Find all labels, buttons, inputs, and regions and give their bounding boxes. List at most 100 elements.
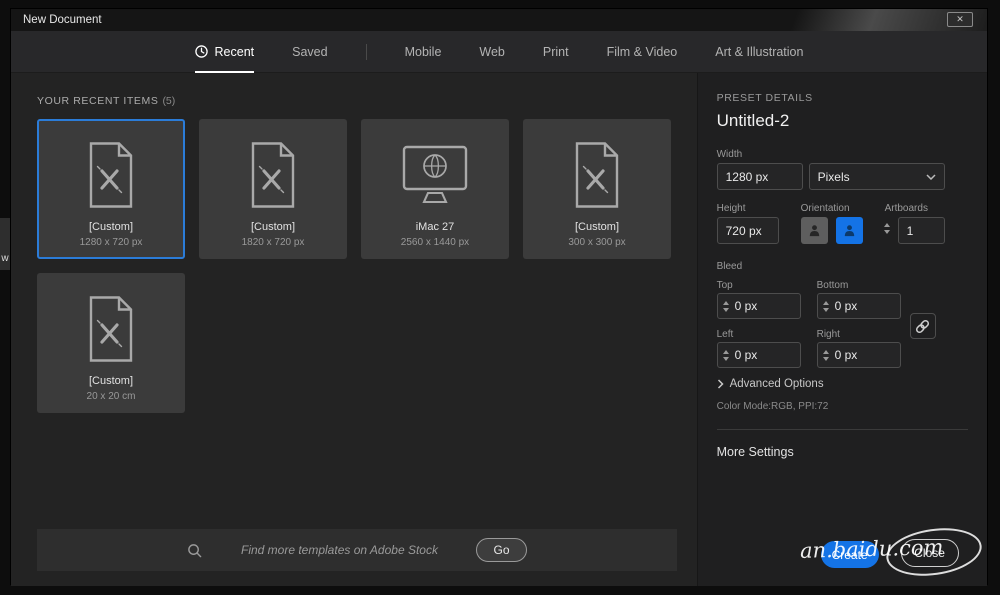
- close-button[interactable]: Close: [900, 539, 959, 567]
- height-field[interactable]: 720 px: [716, 217, 779, 244]
- bleed-top-value: 0 px: [734, 299, 758, 313]
- bleed-right-value: 0 px: [834, 348, 858, 362]
- portrait-icon: [807, 223, 822, 238]
- artboards-value: 1: [906, 223, 914, 238]
- card-name: [Custom]: [574, 221, 619, 233]
- bleed-bottom-stepper[interactable]: [822, 300, 829, 312]
- recent-items-grid: [Custom] 1280 x 720 px [Custom] 1820 x 720 …: [37, 119, 685, 413]
- chevron-right-icon: [717, 379, 724, 389]
- bleed-bottom-label: Bottom: [816, 280, 849, 291]
- bleed-link-button[interactable]: [909, 313, 936, 339]
- card-name: iMac 27: [415, 221, 455, 233]
- clock-icon: [194, 45, 208, 58]
- recent-items-heading-text: YOUR RECENT ITEMS: [37, 95, 159, 107]
- card-name: [Custom]: [88, 221, 133, 233]
- advanced-options-label: Advanced Options: [729, 378, 824, 390]
- bleed-left-stepper[interactable]: [722, 349, 729, 361]
- color-mode-text: Color Mode:RGB, PPI:72: [716, 401, 829, 412]
- tab-saved[interactable]: Saved: [292, 31, 327, 73]
- bleed-right-stepper[interactable]: [822, 349, 829, 361]
- template-card[interactable]: [Custom] 1280 x 720 px: [37, 119, 185, 259]
- tab-label: Print: [542, 44, 569, 59]
- document-name-field[interactable]: Untitled-2: [717, 111, 790, 131]
- card-name: [Custom]: [250, 221, 295, 233]
- document-icon: [246, 121, 300, 219]
- artboards-stepper[interactable]: [883, 223, 890, 234]
- tab-divider: [365, 43, 367, 60]
- card-size: 2560 x 1440 px: [400, 237, 470, 248]
- template-card[interactable]: [Custom] 20 x 20 cm: [37, 273, 185, 413]
- document-icon: [84, 121, 138, 219]
- title-bar: New Document ✕: [11, 9, 987, 31]
- bleed-left-field[interactable]: 0 px: [716, 342, 801, 368]
- landscape-icon: [842, 223, 857, 238]
- advanced-options-toggle[interactable]: Advanced Options: [717, 378, 824, 390]
- bleed-label: Bleed: [716, 261, 743, 272]
- window-title: New Document: [23, 14, 102, 26]
- tab-film-video[interactable]: Film & Video: [607, 31, 678, 73]
- width-field[interactable]: 1280 px: [716, 163, 803, 190]
- tab-label: Art & Illustration: [715, 44, 804, 59]
- document-icon: [84, 275, 138, 373]
- stock-search-input[interactable]: [214, 543, 465, 557]
- search-icon: [187, 543, 202, 558]
- height-label: Height: [716, 203, 746, 214]
- bleed-right-label: Right: [816, 329, 840, 340]
- bleed-right-field[interactable]: 0 px: [816, 342, 901, 368]
- artboards-label: Artboards: [884, 203, 928, 214]
- tab-mobile[interactable]: Mobile: [405, 31, 442, 73]
- orientation-landscape-button[interactable]: [835, 217, 863, 244]
- card-size: 300 x 300 px: [568, 237, 626, 248]
- units-value: Pixels: [817, 169, 850, 184]
- bleed-left-value: 0 px: [734, 348, 758, 362]
- tab-label: Recent: [214, 44, 255, 59]
- width-label: Width: [716, 149, 743, 160]
- background-sliver-text: w: [1, 253, 9, 264]
- tab-label: Film & Video: [606, 44, 678, 59]
- bleed-bottom-value: 0 px: [834, 299, 858, 313]
- chevron-down-icon: [926, 173, 936, 180]
- template-card[interactable]: iMac 27 2560 x 1440 px: [361, 119, 509, 259]
- template-card[interactable]: [Custom] 300 x 300 px: [523, 119, 671, 259]
- panel-divider: [716, 429, 968, 430]
- recent-items-count: (5): [162, 95, 176, 107]
- go-button[interactable]: Go: [476, 538, 527, 562]
- document-icon: [570, 121, 624, 219]
- more-settings-button[interactable]: More Settings: [717, 445, 794, 459]
- preset-details-panel: PRESET DETAILS Untitled-2 Width 1280 px …: [696, 73, 987, 586]
- tab-label: Mobile: [404, 44, 442, 59]
- preset-details-heading: PRESET DETAILS: [716, 92, 813, 104]
- card-size: 1280 x 720 px: [79, 237, 143, 248]
- artboards-field[interactable]: 1: [897, 217, 945, 244]
- create-button[interactable]: Create: [820, 541, 879, 568]
- dialog-content: YOUR RECENT ITEMS (5) [Custom] 1280 x 720 …: [11, 73, 987, 586]
- units-dropdown[interactable]: Pixels: [808, 163, 945, 190]
- tab-recent[interactable]: Recent: [194, 31, 255, 73]
- bleed-bottom-field[interactable]: 0 px: [816, 293, 901, 319]
- orientation-portrait-button[interactable]: [800, 217, 828, 244]
- new-document-dialog: New Document ✕ Recent Saved Mobile Web Print…: [10, 8, 988, 586]
- bleed-top-stepper[interactable]: [722, 300, 729, 312]
- tab-bar: Recent Saved Mobile Web Print Film & Video Art…: [11, 31, 987, 73]
- window-close-button[interactable]: ✕: [947, 12, 973, 27]
- tab-label: Saved: [292, 44, 328, 59]
- bleed-top-label: Top: [716, 280, 733, 291]
- card-size: 1820 x 720 px: [241, 237, 305, 248]
- monitor-icon: [402, 121, 468, 219]
- height-value: 720 px: [725, 223, 762, 238]
- background-app-sliver: w: [0, 218, 10, 270]
- tab-print[interactable]: Print: [543, 31, 569, 73]
- card-name: [Custom]: [88, 375, 133, 387]
- bleed-top-field[interactable]: 0 px: [716, 293, 801, 319]
- screen: w New Document ✕ Recent Saved Mobile Web Pri…: [0, 0, 1000, 595]
- tab-web[interactable]: Web: [479, 31, 504, 73]
- template-card[interactable]: [Custom] 1820 x 720 px: [199, 119, 347, 259]
- link-icon: [915, 319, 930, 334]
- recent-items-heading: YOUR RECENT ITEMS (5): [37, 95, 175, 107]
- tab-art-illustration[interactable]: Art & Illustration: [715, 31, 803, 73]
- recent-area: YOUR RECENT ITEMS (5) [Custom] 1280 x 720 …: [11, 73, 697, 586]
- card-size: 20 x 20 cm: [86, 391, 136, 402]
- adobe-stock-search-bar: Go: [37, 529, 677, 571]
- orientation-label: Orientation: [800, 203, 850, 214]
- bleed-left-label: Left: [716, 329, 734, 340]
